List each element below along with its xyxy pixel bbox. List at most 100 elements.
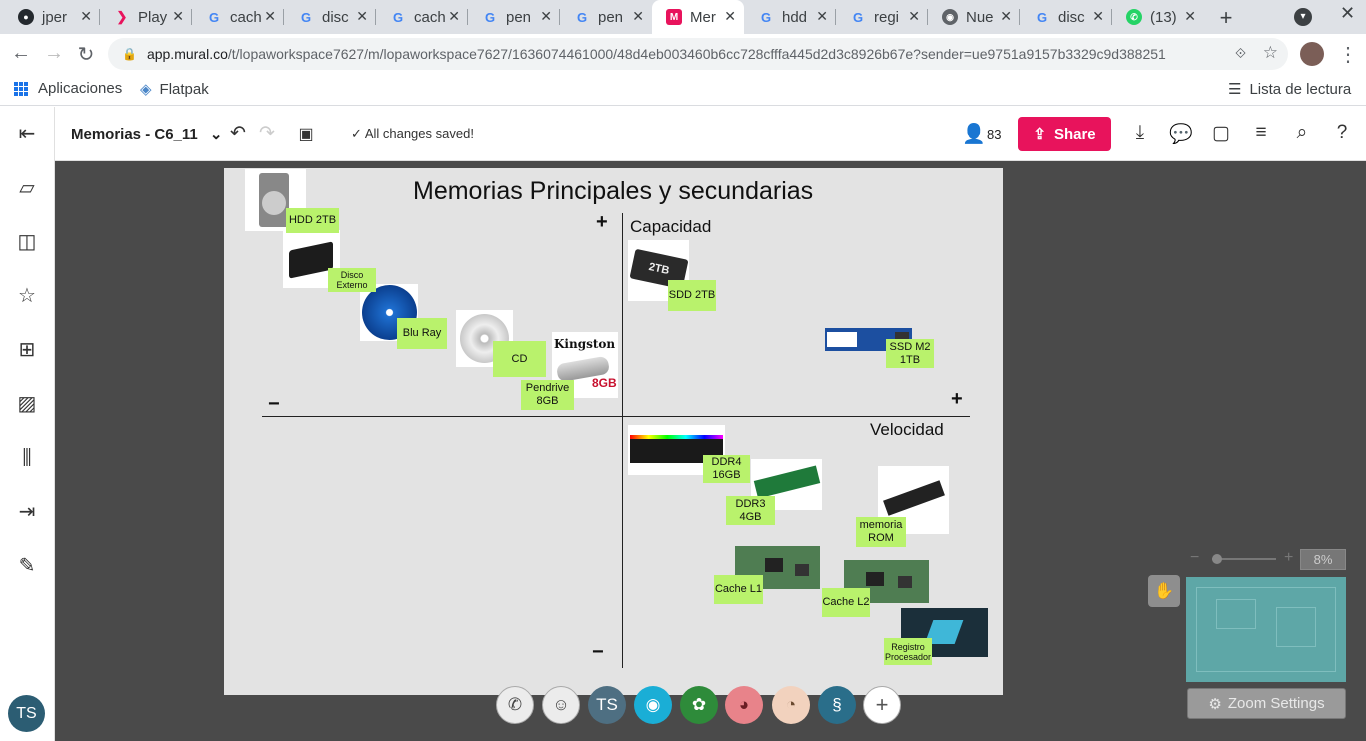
browser-tab[interactable]: ✆ (13) ✕ [1112, 0, 1204, 34]
horizontal-axis [262, 416, 970, 417]
collaborator-photo-avatar[interactable]: ✿ [680, 686, 718, 724]
browser-tab[interactable]: ◉ Nue ✕ [928, 0, 1020, 34]
undo-icon[interactable]: ↶ [226, 122, 250, 145]
browser-tab[interactable]: Gcach ✕ [376, 0, 468, 34]
sticky-note[interactable]: Cache L2 [822, 588, 870, 617]
sticky-note[interactable]: Disco Externo [328, 268, 376, 292]
sticky-note[interactable]: SSD M2 1TB [886, 339, 934, 368]
outline-icon[interactable]: ▣ [294, 124, 318, 144]
sticky-note[interactable]: CD [493, 341, 546, 377]
close-icon[interactable]: ✕ [172, 8, 184, 25]
sticky-note-icon[interactable]: ▱ [15, 176, 39, 200]
close-icon[interactable]: ✕ [540, 8, 552, 25]
library-icon[interactable]: ⫼ [15, 446, 39, 470]
browser-tab[interactable]: Gdisc ✕ [284, 0, 376, 34]
browser-tab[interactable]: ❯ Play ✕ [100, 0, 192, 34]
close-icon[interactable]: ✕ [816, 8, 828, 25]
import-icon[interactable]: ⇥ [15, 500, 39, 524]
sticky-note[interactable]: memoria ROM [856, 517, 906, 547]
reading-list[interactable]: ☰ Lista de lectura [1228, 80, 1351, 99]
back-icon[interactable]: ← [9, 42, 33, 65]
share-button[interactable]: ⇪ Share [1018, 117, 1111, 151]
reload-icon[interactable]: ↻ [74, 42, 98, 67]
close-icon[interactable]: ✕ [632, 8, 644, 25]
google-icon: G [852, 9, 864, 25]
browser-tab[interactable]: Gpen ✕ [468, 0, 560, 34]
image-icon[interactable]: ▨ [15, 392, 39, 416]
browser-tab[interactable]: Gpen ✕ [560, 0, 652, 34]
minimize-icon[interactable]: ✕ [1340, 3, 1355, 24]
chevron-down-icon[interactable]: ⌄ [210, 126, 223, 143]
profile-avatar[interactable] [1300, 42, 1324, 66]
zoom-in-icon[interactable]: + [1284, 549, 1293, 567]
search-icon[interactable]: ⌕ [1290, 122, 1314, 144]
close-icon[interactable]: ✕ [1092, 8, 1104, 25]
close-icon[interactable]: ✕ [724, 8, 736, 25]
zoom-settings-button[interactable]: ⚙ Zoom Settings [1187, 688, 1346, 719]
help-icon[interactable]: ? [1330, 122, 1354, 144]
plus-right: + [951, 388, 963, 410]
browser-menu-icon[interactable]: ⋮ [1338, 42, 1358, 67]
browser-tab[interactable]: Gregi ✕ [836, 0, 928, 34]
comments-icon[interactable]: 💬 [1169, 122, 1193, 146]
pen-icon[interactable]: ✎ [15, 554, 39, 578]
browser-tab[interactable]: Gcach ✕ [192, 0, 284, 34]
translate-icon[interactable]: ⟐ [1235, 45, 1246, 62]
star-icon[interactable]: ☆ [1263, 43, 1278, 63]
activity-icon[interactable]: ≡ [1249, 122, 1273, 144]
animal-avatar-icon[interactable]: ◔ [772, 686, 810, 724]
add-collaborator-button[interactable]: + [863, 686, 901, 724]
zoom-out-icon[interactable]: − [1190, 549, 1199, 567]
browser-tab[interactable]: Ghdd ✕ [744, 0, 836, 34]
sticky-note[interactable]: Registro Procesador [884, 638, 932, 665]
close-icon[interactable]: ✕ [448, 8, 460, 25]
members-icon[interactable]: 👤 [962, 122, 986, 146]
close-icon[interactable]: ✕ [1184, 8, 1196, 25]
close-icon[interactable]: ✕ [908, 8, 920, 25]
sticky-note[interactable]: Pendrive 8GB [521, 380, 574, 410]
sticky-note[interactable]: SDD 2TB [668, 280, 716, 311]
forward-icon[interactable]: → [42, 42, 66, 65]
sticky-note[interactable]: DDR3 4GB [726, 496, 775, 525]
penguin-avatar-icon[interactable]: ◉ [634, 686, 672, 724]
bookmark-flatpak[interactable]: ◈ Flatpak [140, 80, 209, 99]
sticky-note[interactable]: Blu Ray [397, 318, 447, 349]
collaborator-avatar[interactable]: TS [588, 686, 626, 724]
close-icon[interactable]: ✕ [356, 8, 368, 25]
close-icon[interactable]: ✕ [264, 8, 276, 25]
browser-tab-active[interactable]: M Mer ✕ [652, 0, 744, 34]
board-title[interactable]: Memorias Principales y secundarias [413, 177, 813, 206]
axis-label-speed[interactable]: Velocidad [870, 420, 944, 440]
tab-search-icon[interactable]: ▾ [1294, 8, 1312, 26]
url-field[interactable]: 🔒 app.mural.co/t/lopaworkspace7627/m/lop… [108, 38, 1288, 70]
new-tab-button[interactable]: + [1214, 5, 1238, 31]
sticky-note[interactable]: HDD 2TB [286, 208, 339, 233]
user-avatar[interactable]: TS [8, 695, 45, 732]
axis-label-capacity[interactable]: Capacidad [630, 217, 711, 237]
hand-tool-icon[interactable]: ✋ [1148, 575, 1180, 607]
phone-icon[interactable]: ✆ [496, 686, 534, 724]
browser-tab[interactable]: ● jper ✕ [4, 0, 100, 34]
bookmark-apps[interactable]: Aplicaciones [14, 80, 122, 97]
exit-icon[interactable]: ⇤ [15, 122, 39, 146]
minimap[interactable] [1186, 577, 1346, 682]
seahorse-avatar-icon[interactable]: § [818, 686, 856, 724]
download-icon[interactable]: ⤓ [1128, 122, 1152, 144]
mural-title[interactable]: Memorias - C6_11 ⌄ [71, 125, 222, 143]
zoom-handle[interactable] [1212, 554, 1222, 564]
frames-icon[interactable]: ⊞ [15, 338, 39, 362]
chrome-icon: ◉ [942, 9, 958, 25]
chat-icon[interactable]: ▢ [1209, 122, 1233, 145]
star-icon[interactable]: ☆ [15, 284, 39, 308]
sticky-note[interactable]: DDR4 16GB [703, 455, 750, 483]
emoji-icon[interactable]: ☺ [542, 686, 580, 724]
close-icon[interactable]: ✕ [80, 8, 92, 25]
animal-avatar-icon[interactable]: ◕ [725, 686, 763, 724]
sticky-note[interactable]: Cache L1 [714, 575, 763, 604]
google-icon: G [392, 9, 404, 25]
browser-tab[interactable]: Gdisc ✕ [1020, 0, 1112, 34]
close-icon[interactable]: ✕ [1000, 8, 1012, 25]
zoom-level[interactable]: 8% [1300, 549, 1346, 570]
redo-icon[interactable]: ↷ [255, 122, 279, 145]
shapes-icon[interactable]: ◫ [15, 230, 39, 254]
